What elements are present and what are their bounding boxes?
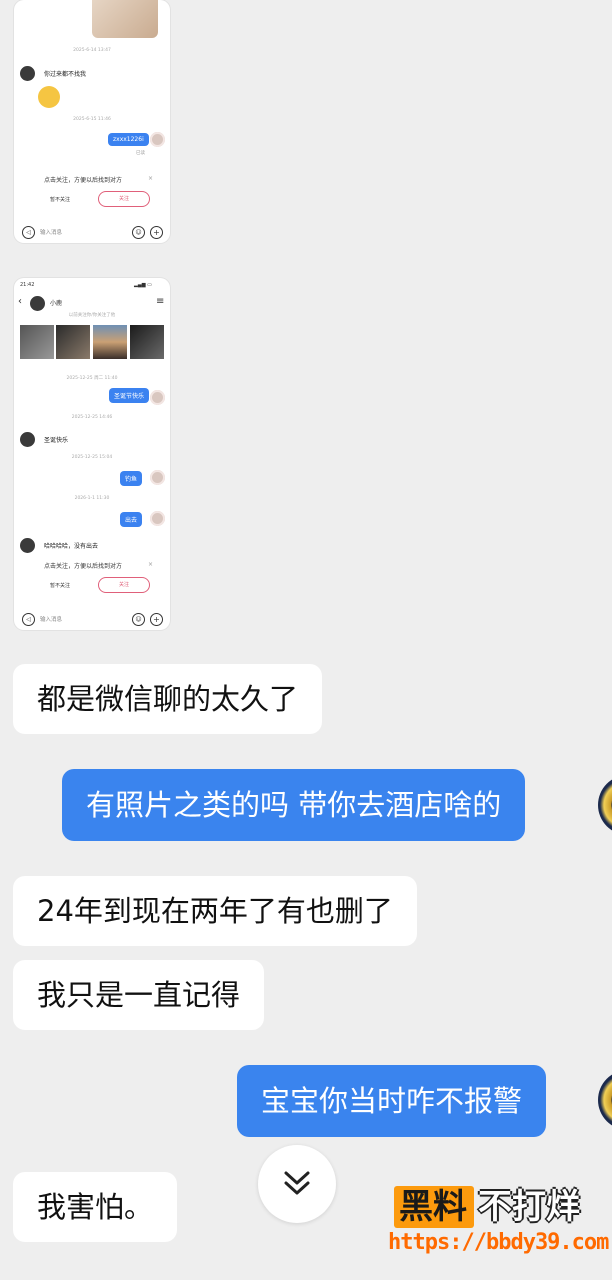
plus-icon[interactable]: + <box>150 613 163 626</box>
timestamp: 2025-6-15 11:46 <box>73 117 111 122</box>
dismiss-follow-link[interactable]: 暂不关注 <box>50 582 70 589</box>
close-icon[interactable]: × <box>148 175 153 182</box>
status-time: 21:42 <box>20 282 35 288</box>
message-bubble-out[interactable]: 有照片之类的吗 带你去酒店啥的 <box>62 769 526 841</box>
scroll-to-bottom-button[interactable] <box>258 1145 336 1223</box>
message-text: 你过来都不找我 <box>44 71 87 78</box>
avatar <box>150 132 165 147</box>
menu-icon[interactable]: ≡ <box>156 296 164 307</box>
screenshot-thumbnail-1[interactable]: 2025-6-14 13:47 你过来都不找我 2025-6-15 11:46 … <box>14 0 170 243</box>
avatar[interactable] <box>598 775 612 835</box>
photo-thumb <box>130 325 164 359</box>
message-bubble-out: 圣诞节快乐 <box>109 388 150 403</box>
timestamp: 2025-6-14 13:47 <box>73 48 111 53</box>
message-input[interactable]: 输入消息 <box>40 615 62 623</box>
message-bubble-out: 出去 <box>120 512 143 527</box>
timestamp: 2026-1-1 11:30 <box>74 496 110 501</box>
message-input[interactable]: 输入消息 <box>40 228 62 236</box>
avatar <box>30 296 45 311</box>
chevron-double-down-icon <box>284 1171 310 1195</box>
back-icon[interactable]: ‹ <box>18 296 22 307</box>
voice-icon[interactable]: ◁ <box>22 226 35 239</box>
message-bubble-out: zxxx1226i <box>108 133 149 146</box>
avatar <box>20 432 35 447</box>
message-bubble-out: 钓鱼 <box>120 471 143 486</box>
photo-thumb <box>20 325 54 359</box>
watermark-url: https://bbdy39.com <box>388 1230 609 1255</box>
follow-prompt: 点击关注，方便以后找到对方 <box>44 177 123 184</box>
message-bubble-in[interactable]: 我害怕。 <box>13 1172 178 1242</box>
photo-fragment <box>92 0 158 38</box>
message-text: 哈哈哈哈，没有出去 <box>44 543 99 550</box>
follow-button[interactable]: 关注 <box>98 191 150 207</box>
contact-subtitle: 以前关注你/你关注了他 <box>68 313 116 318</box>
watermark-side-text: 不打烊 <box>478 1187 580 1227</box>
emoji-icon[interactable]: ☺ <box>132 226 145 239</box>
message-bubble-in[interactable]: 都是微信聊的太久了 <box>13 664 323 734</box>
emoji-icon[interactable]: ☺ <box>132 613 145 626</box>
photo-thumb <box>56 325 90 359</box>
status-icons: ▂▄▆ ▭ <box>134 282 152 288</box>
timestamp: 2025-12-25 15:04 <box>71 455 113 460</box>
timestamp: 2025-12-25 14:46 <box>71 415 113 420</box>
avatar <box>150 390 165 405</box>
message-bubble-in[interactable]: 24年到现在两年了有也删了 <box>13 876 417 946</box>
dismiss-follow-link[interactable]: 暂不关注 <box>50 196 70 203</box>
emoji-sticker <box>38 86 60 108</box>
screenshot-thumbnail-2[interactable]: 21:42 ▂▄▆ ▭ ‹ 小鹿 ≡ 以前关注你/你关注了他 2025-12-2… <box>14 278 170 630</box>
avatar <box>150 511 165 526</box>
read-mark: 已读 <box>136 151 145 156</box>
plus-icon[interactable]: + <box>150 226 163 239</box>
close-icon[interactable]: × <box>148 561 153 568</box>
follow-prompt: 点击关注，方便以后找到对方 <box>44 563 123 570</box>
timestamp: 2025-12-25 周二 11:40 <box>66 376 118 381</box>
input-bar[interactable]: ◁ 输入消息 ☺ + <box>14 610 170 630</box>
follow-button[interactable]: 关注 <box>98 577 150 593</box>
message-bubble-out[interactable]: 宝宝你当时咋不报警 <box>237 1065 547 1137</box>
contact-name: 小鹿 <box>50 300 63 307</box>
avatar[interactable] <box>598 1070 612 1130</box>
voice-icon[interactable]: ◁ <box>22 613 35 626</box>
avatar <box>150 470 165 485</box>
message-bubble-in[interactable]: 我只是一直记得 <box>13 960 265 1030</box>
input-bar[interactable]: ◁ 输入消息 ☺ + <box>14 223 170 243</box>
photo-thumb <box>93 325 127 359</box>
avatar <box>20 66 35 81</box>
avatar <box>20 538 35 553</box>
message-text: 圣诞快乐 <box>44 437 69 444</box>
watermark-logo-text: 黑料 <box>399 1187 467 1227</box>
